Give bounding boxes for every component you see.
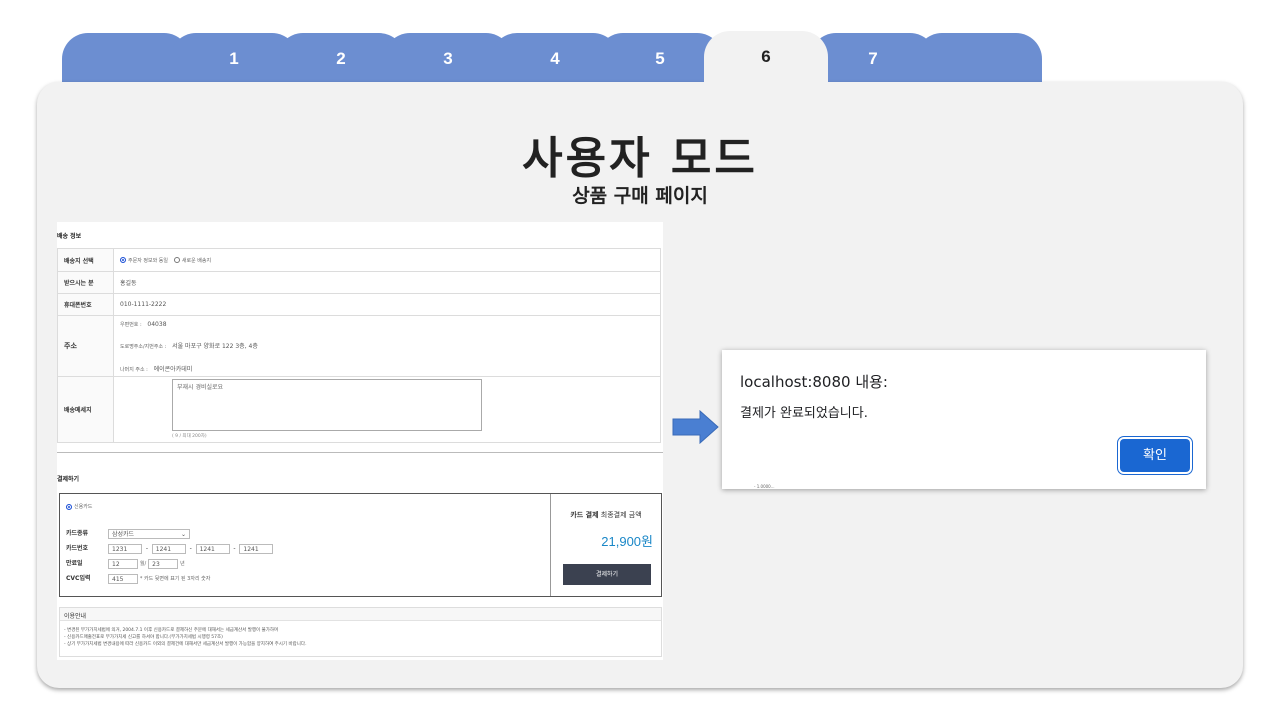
credit-card-label: 신용카드: [74, 504, 93, 510]
radio-new-label: 새로운 배송지: [181, 257, 212, 264]
table-row: 배송메세지 부재시 경비실로요 ( 9 / 최대 200자): [57, 376, 661, 443]
shipping-table: 배송지 선택 주문자 정보와 동일 새로운 배송지 받으시는 분 홍길동 휴대폰…: [57, 248, 661, 443]
dialog-message: 결제가 완료되었습니다.: [740, 406, 868, 421]
dialog-partial-text: - 1.0000...: [754, 484, 775, 489]
table-row: 휴대폰번호 010-1111-2222: [57, 293, 661, 316]
page-title: 사용자 모드: [522, 133, 758, 184]
right-arrow-icon: [672, 410, 719, 444]
shipping-section-title: 배송 정보: [57, 233, 82, 240]
cvc-hint: * 카드 뒷면에 표기 된 3자리 숫자: [139, 576, 211, 582]
table-row: 배송지 선택 주문자 정보와 동일 새로운 배송지: [57, 248, 661, 272]
address-label: 주소: [57, 315, 114, 377]
card-number-field-1[interactable]: 1231: [108, 543, 142, 554]
radio-credit-card[interactable]: [66, 503, 72, 510]
notice-line: - 상기 부가가치세법 변경내용에 따라 신용카드 이외의 결제건에 대해서만 …: [64, 642, 307, 647]
select-label: 배송지 선택: [57, 248, 114, 272]
zip-field[interactable]: 04038: [147, 321, 166, 328]
notice-line: - 신용카드매출전표로 부가가치세 신고를 하셔야 합니다.(부가가치세법 시행…: [64, 635, 223, 640]
cvc-field[interactable]: 415: [108, 573, 138, 584]
phone-label: 휴대폰번호: [57, 293, 114, 316]
year-unit: 년: [180, 561, 185, 567]
payment-box: 신용카드 카드종류 삼성카드 ⌄ 카드번호 1231 - 1241 - 1241 - …: [59, 493, 662, 597]
cvc-label: CVC입력: [66, 575, 91, 582]
pay-button[interactable]: 결제하기: [563, 564, 651, 585]
card-type-select[interactable]: 삼성카드 ⌄: [108, 528, 190, 539]
road-address-field[interactable]: 서울 마포구 양화로 122 3층, 4층: [172, 343, 258, 350]
zip-label: 우편번호 :: [120, 322, 142, 328]
total-amount: 21,900원: [601, 534, 653, 549]
card-number-field-2[interactable]: 1241: [151, 543, 186, 554]
expiry-year-field[interactable]: 23: [148, 558, 179, 569]
usage-notice: 이용안내 - 변경된 부가가치세법에 의거, 2004.7.1 이후 신용카드로…: [59, 607, 662, 657]
detail-address-field[interactable]: 에이콘아카데미: [154, 366, 193, 373]
address-select-cell: 주문자 정보와 동일 새로운 배송지: [113, 248, 661, 272]
memo-textarea[interactable]: 부재시 경비실로요: [172, 379, 482, 431]
memo-char-count: ( 9 / 최대 200자): [172, 434, 207, 439]
total-title-bold: 카드 결제: [570, 511, 599, 519]
radio-same-label: 주문자 정보와 동일: [128, 257, 168, 264]
month-unit: 월/: [139, 561, 147, 567]
road-address-label: 도로명주소/지번주소 :: [120, 344, 167, 350]
order-page-screenshot: 배송 정보 배송지 선택 주문자 정보와 동일 새로운 배송지 받으시는 분 홍…: [57, 222, 663, 660]
receiver-label: 받으시는 분: [57, 271, 114, 294]
tab-6[interactable]: 6: [704, 31, 828, 91]
notice-line: - 변경된 부가가치세법에 의거, 2004.7.1 이후 신용카드로 결제하신…: [64, 628, 279, 633]
receiver-field[interactable]: 홍길동: [120, 280, 137, 287]
ok-button[interactable]: 확인: [1120, 439, 1190, 472]
dialog-title: localhost:8080 내용:: [740, 373, 888, 391]
radio-new-address[interactable]: [173, 257, 180, 263]
table-row: 받으시는 분 홍길동: [57, 271, 661, 294]
card-number-field-3[interactable]: 1241: [195, 543, 230, 554]
phone-field[interactable]: 010-1111-2222: [120, 301, 166, 308]
card-number-field-4[interactable]: 1241: [239, 543, 274, 554]
detail-address-label: 나머지 주소 :: [120, 367, 148, 373]
payment-summary: 카드 결제 최종결제 금액 21,900원 결제하기: [551, 494, 661, 596]
expiry-month-field[interactable]: 12: [108, 558, 138, 569]
memo-label: 배송메세지: [57, 376, 114, 443]
card-type-label: 카드종류: [66, 530, 89, 537]
expiry-label: 만료일: [66, 560, 83, 567]
table-row: 주소 우편번호 : 04038 도로명주소/지번주소 : 서울 마포구 양화로 …: [57, 315, 661, 377]
total-title-rest: 최종결제 금액: [598, 511, 642, 519]
payment-form: 신용카드 카드종류 삼성카드 ⌄ 카드번호 1231 - 1241 - 1241 - …: [60, 494, 551, 596]
total-amount-title: 카드 결제 최종결제 금액: [551, 510, 661, 520]
radio-same-as-orderer[interactable]: [120, 257, 126, 263]
page-subtitle: 상품 구매 페이지: [572, 185, 708, 207]
alert-dialog: localhost:8080 내용: 결제가 완료되었습니다. 확인 - 1.0…: [722, 350, 1206, 489]
chevron-down-icon: ⌄: [180, 530, 186, 538]
payment-section-title: 결제하기: [57, 476, 80, 483]
slide: 1 2 3 4 5 6 7 사용자 모드 상품 구매 페이지 배송 정보 배송지…: [0, 0, 1280, 720]
notice-title: 이용안내: [60, 608, 661, 621]
card-type-value: 삼성카드: [112, 530, 135, 538]
card-number-label: 카드번호: [66, 545, 89, 552]
divider: [57, 452, 663, 453]
